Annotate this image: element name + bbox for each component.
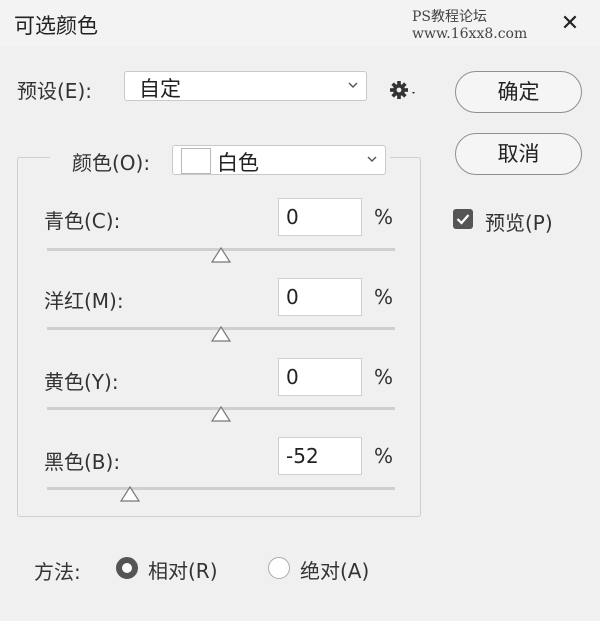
black-input[interactable]: -52: [278, 437, 362, 475]
yellow-slider-thumb[interactable]: [211, 406, 231, 422]
preset-label: 预设(E):: [17, 79, 92, 103]
black-slider-track[interactable]: [47, 487, 395, 490]
method-label: 方法:: [34, 560, 81, 584]
colors-value: 白色: [217, 151, 259, 175]
chevron-down-icon: [348, 82, 358, 88]
yellow-label: 黄色(Y):: [44, 370, 119, 394]
color-swatch: [181, 148, 211, 174]
relative-radio[interactable]: [116, 557, 138, 579]
absolute-radio[interactable]: [268, 557, 290, 579]
close-icon[interactable]: ✕: [558, 12, 582, 36]
absolute-label: 绝对(A): [300, 559, 370, 583]
colors-label: 颜色(O):: [72, 151, 151, 175]
title-bar: 可选颜色 PS教程论坛 www.16xx8.com ✕: [0, 0, 600, 46]
magenta-slider-thumb[interactable]: [211, 326, 231, 342]
magenta-label: 洋红(M):: [44, 289, 124, 313]
preview-label: 预览(P): [485, 211, 553, 235]
black-slider-thumb[interactable]: [120, 486, 140, 502]
cyan-slider-thumb[interactable]: [211, 247, 231, 263]
ok-button[interactable]: 确定: [455, 71, 582, 113]
preview-checkbox[interactable]: [453, 209, 473, 229]
black-unit: %: [374, 444, 394, 468]
dialog-title: 可选颜色: [14, 14, 98, 38]
chevron-down-icon: [367, 156, 377, 162]
yellow-input[interactable]: 0: [278, 358, 362, 396]
magenta-input[interactable]: 0: [278, 278, 362, 316]
yellow-unit: %: [374, 365, 394, 389]
magenta-unit: %: [374, 285, 394, 309]
relative-label: 相对(R): [148, 559, 218, 583]
black-label: 黑色(B):: [44, 450, 121, 474]
cyan-label: 青色(C):: [44, 209, 121, 233]
cyan-input[interactable]: 0: [278, 198, 362, 236]
cyan-unit: %: [374, 205, 394, 229]
preset-select[interactable]: 自定: [124, 71, 367, 101]
cancel-button[interactable]: 取消: [455, 133, 582, 175]
preset-value: 自定: [139, 77, 181, 101]
gear-icon[interactable]: [388, 79, 418, 101]
checkmark-icon: [456, 214, 470, 225]
